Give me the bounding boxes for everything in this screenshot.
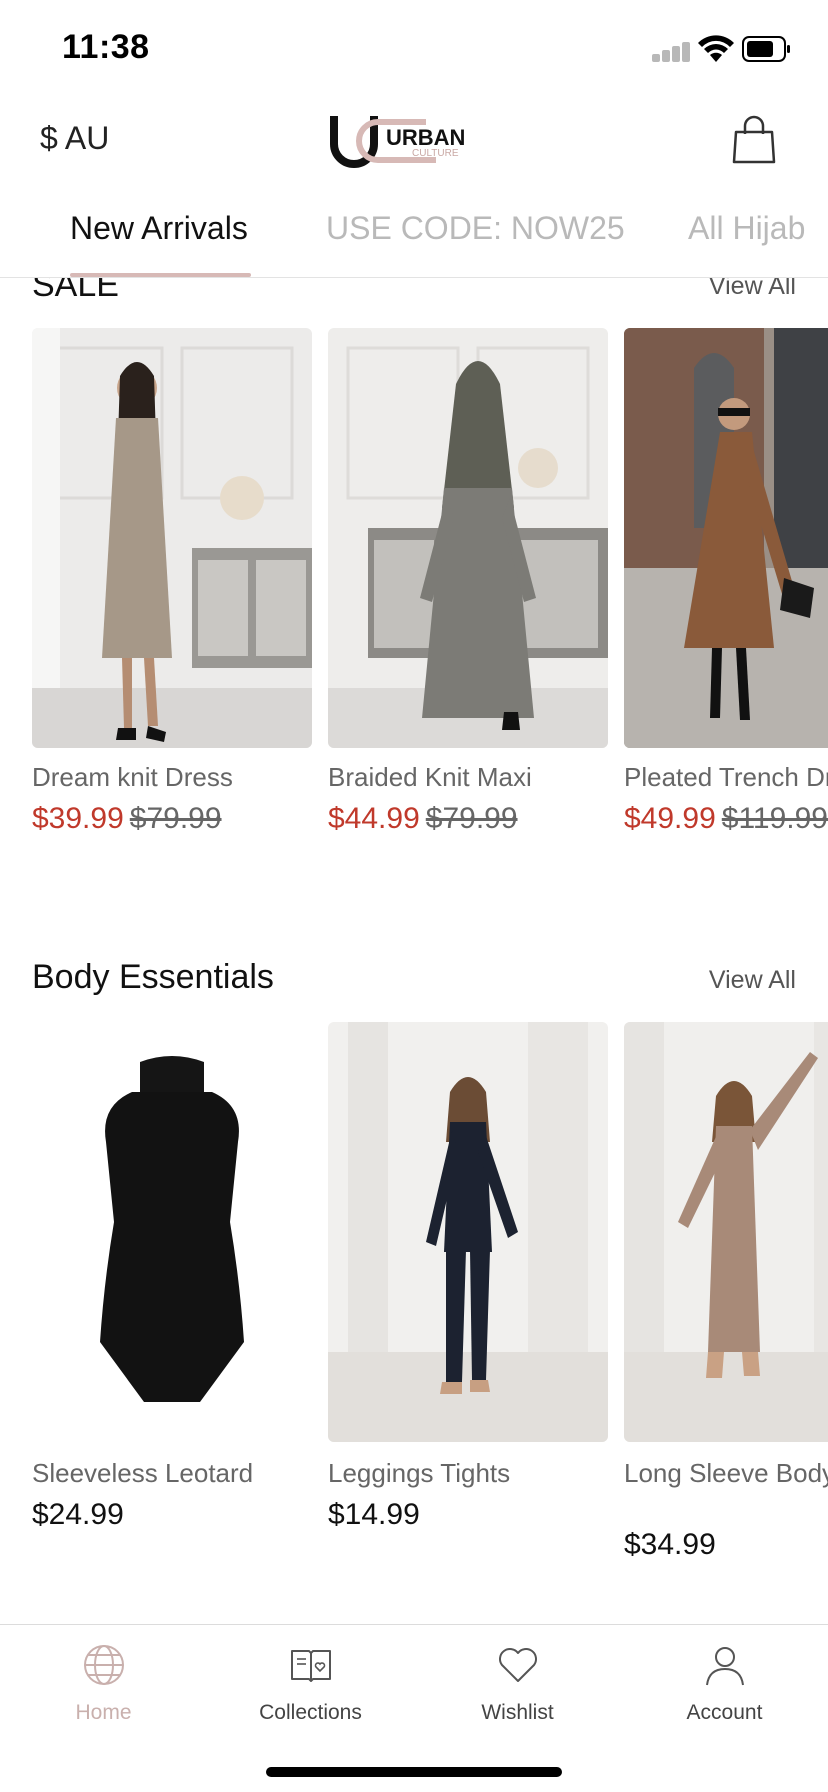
person-icon (706, 1647, 744, 1686)
wifi-icon (698, 35, 734, 62)
logo-text: URBAN (386, 125, 465, 150)
nav-label-collections: Collections (259, 1701, 362, 1724)
sale-price: $49.99 (624, 802, 716, 835)
product-price: $24.99 (32, 1498, 124, 1531)
product-card[interactable]: Braided Knit Maxi $44.99 $79.99 (328, 328, 608, 835)
urban-culture-logo[interactable]: URBAN CULTURE (326, 110, 502, 170)
category-tabs: New Arrivals USE CODE: NOW25 All Hijab (0, 186, 828, 278)
battery-icon (742, 36, 790, 62)
product-name[interactable]: Dream knit Dress (32, 762, 233, 793)
book-icon (291, 1650, 331, 1682)
product-name[interactable]: Sleeveless Leotard (32, 1458, 253, 1489)
product-image[interactable] (328, 328, 608, 748)
original-price: $79.99 (129, 802, 222, 835)
view-all-body-essentials-link[interactable]: View All (709, 966, 796, 995)
currency-selector[interactable]: $ AU (40, 120, 109, 157)
heart-icon (499, 1648, 537, 1682)
logo-subtext: CULTURE (412, 148, 459, 159)
nav-item-account[interactable]: Account (621, 1625, 828, 1735)
product-image[interactable] (624, 1022, 828, 1442)
section-title-body-essentials: Body Essentials (32, 958, 274, 996)
nav-item-collections[interactable]: Collections (207, 1625, 414, 1735)
product-price: $39.99 $79.99 (32, 802, 222, 836)
product-name[interactable]: Braided Knit Maxi (328, 762, 532, 793)
product-image[interactable] (32, 328, 312, 748)
status-time: 11:38 (62, 28, 150, 66)
sale-price: $44.99 (328, 802, 420, 835)
product-image[interactable] (328, 1022, 608, 1442)
tab-use-code[interactable]: USE CODE: NOW25 (326, 210, 625, 247)
product-name[interactable]: Pleated Trench Dress (624, 762, 828, 793)
product-price: $49.99 $119.99 (624, 802, 828, 836)
original-price: $119.99 (721, 802, 828, 835)
app-header: $ AU URBAN CULTURE (0, 96, 828, 186)
shopping-bag-icon[interactable] (728, 114, 780, 166)
product-name[interactable]: Long Sleeve Bodycon Dress (624, 1458, 828, 1489)
product-name[interactable]: Leggings Tights (328, 1458, 510, 1489)
home-indicator[interactable] (266, 1767, 562, 1777)
status-bar: 11:38 (0, 0, 828, 96)
view-all-sale-link[interactable]: View All (709, 278, 796, 301)
active-tab-indicator (70, 273, 251, 277)
globe-icon (84, 1645, 124, 1685)
product-card[interactable]: Dream knit Dress $39.99 $79.99 (32, 328, 312, 835)
product-price: $34.99 (624, 1528, 716, 1561)
original-price: $79.99 (425, 802, 518, 835)
product-card[interactable]: Leggings Tights $14.99 (328, 1022, 608, 1531)
product-card[interactable]: Long Sleeve Bodycon Dress $34.99 (624, 1022, 828, 1561)
home-feed[interactable]: SALE View All Dream knit Dress $39.99 $79… (0, 278, 828, 1624)
tab-all-hijab[interactable]: All Hijab (688, 210, 805, 247)
nav-label-wishlist: Wishlist (481, 1701, 554, 1724)
product-card[interactable]: Sleeveless Leotard $24.99 (32, 1022, 312, 1531)
sale-price: $39.99 (32, 802, 124, 835)
section-title-sale: SALE (32, 278, 119, 304)
product-image[interactable] (624, 328, 828, 748)
nav-label-account: Account (686, 1701, 763, 1724)
product-price: $44.99 $79.99 (328, 802, 518, 836)
nav-item-wishlist[interactable]: Wishlist (414, 1625, 621, 1735)
product-price: $14.99 (328, 1498, 420, 1531)
product-image[interactable] (32, 1022, 312, 1442)
product-card[interactable]: Pleated Trench Dress $49.99$119.99 (624, 328, 828, 835)
nav-item-home[interactable]: Home (0, 1625, 207, 1735)
cellular-signal-icon (652, 42, 692, 62)
nav-label-home: Home (75, 1701, 132, 1724)
tab-new-arrivals[interactable]: New Arrivals (70, 210, 248, 247)
